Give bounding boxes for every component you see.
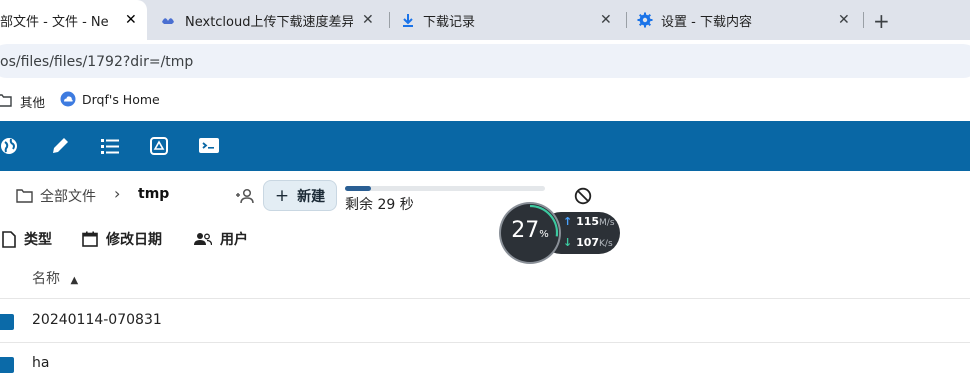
plus-icon: + xyxy=(274,185,290,206)
upload-remaining-text: 剩余 29 秒 xyxy=(345,197,414,213)
chevron-right-icon: › xyxy=(114,184,121,203)
filter-user-label: 用户 xyxy=(220,232,248,248)
calendar-icon xyxy=(82,231,98,247)
speed-percent-unit: % xyxy=(539,229,549,240)
upload-progress-fill xyxy=(345,186,371,191)
close-tab-icon[interactable]: ✕ xyxy=(362,13,374,27)
filter-user[interactable]: 用户 xyxy=(194,229,248,249)
file-icon xyxy=(2,230,16,248)
upload-progress-bar xyxy=(345,186,545,191)
new-button[interactable]: + 新建 xyxy=(263,180,337,211)
home-cloud-icon xyxy=(60,91,76,107)
upload-speed-unit: M/s xyxy=(599,218,615,228)
recycle-icon[interactable] xyxy=(148,135,170,157)
sort-ascending-icon: ▲ xyxy=(70,275,79,286)
list-icon[interactable] xyxy=(99,135,121,157)
breadcrumb-current[interactable]: tmp xyxy=(138,186,169,202)
tab-settings[interactable]: 设置 - 下载内容 ✕ xyxy=(627,0,862,40)
close-tab-icon[interactable]: ✕ xyxy=(600,13,612,27)
speed-percent-value: 27 xyxy=(511,218,540,243)
filter-modified[interactable]: 修改日期 xyxy=(82,229,162,249)
filter-type-label: 类型 xyxy=(24,232,52,248)
pencil-icon[interactable] xyxy=(49,135,71,157)
table-row[interactable]: ha xyxy=(0,343,970,378)
nextcloud-header xyxy=(0,121,970,171)
share-add-icon[interactable] xyxy=(235,187,255,205)
filter-modified-label: 修改日期 xyxy=(106,232,162,248)
download-arrow-icon: ↓ xyxy=(563,236,573,249)
gear-icon xyxy=(637,12,653,28)
tab-title: 下载记录 xyxy=(423,14,476,30)
table-row[interactable]: 20240114-070831 xyxy=(0,299,970,342)
download-speed-value: 107 xyxy=(576,236,600,249)
download-icon xyxy=(403,14,413,27)
upload-speed-value: 115 xyxy=(576,215,600,228)
terminal-icon[interactable] xyxy=(198,135,220,157)
tab-title: Nextcloud上传下载速度差异分 xyxy=(185,14,353,30)
close-tab-icon[interactable]: ✕ xyxy=(838,13,850,27)
folder-icon xyxy=(0,94,12,107)
bookmark-label[interactable]: 其他 xyxy=(20,92,45,111)
tab-nextcloud-speed[interactable]: Nextcloud上传下载速度差异分 ✕ xyxy=(148,0,388,40)
tab-title: 部文件 - 文件 - Nextc xyxy=(0,14,108,30)
close-tab-icon[interactable]: ✕ xyxy=(125,13,137,27)
file-name[interactable]: 20240114-070831 xyxy=(32,312,162,328)
folder-icon xyxy=(0,357,14,373)
users-icon xyxy=(194,233,212,246)
globe-icon[interactable] xyxy=(0,135,22,157)
folder-icon xyxy=(0,314,14,330)
filter-type[interactable]: 类型 xyxy=(2,229,52,249)
download-speed-unit: K/s xyxy=(599,239,613,249)
upload-arrow-icon: ↑ xyxy=(563,215,573,228)
sort-by-name[interactable]: 名称 ▲ xyxy=(32,268,78,288)
nextcloud-icon xyxy=(162,18,174,24)
bookmark-label[interactable]: Drqf's Home xyxy=(82,92,160,107)
tab-separator xyxy=(863,12,864,28)
new-button-label: 新建 xyxy=(297,188,326,205)
cancel-upload-icon[interactable] xyxy=(574,187,592,205)
sort-label: 名称 xyxy=(32,271,60,287)
url-text[interactable]: os/files/files/1792?dir=/tmp xyxy=(0,54,193,70)
file-name[interactable]: ha xyxy=(32,355,49,371)
new-tab-button[interactable]: + xyxy=(873,9,890,33)
speed-percent: 27% xyxy=(501,218,559,243)
tab-title: 设置 - 下载内容 xyxy=(661,14,752,30)
download-speed: ↓ 107K/s xyxy=(563,236,613,249)
upload-speed: ↑ 115M/s xyxy=(563,215,615,228)
breadcrumb-root[interactable]: 全部文件 xyxy=(40,186,96,206)
tab-files[interactable]: 部文件 - 文件 - Nextc ✕ xyxy=(0,0,147,40)
tab-downloads[interactable]: 下载记录 ✕ xyxy=(390,0,625,40)
folder-icon xyxy=(16,189,33,203)
